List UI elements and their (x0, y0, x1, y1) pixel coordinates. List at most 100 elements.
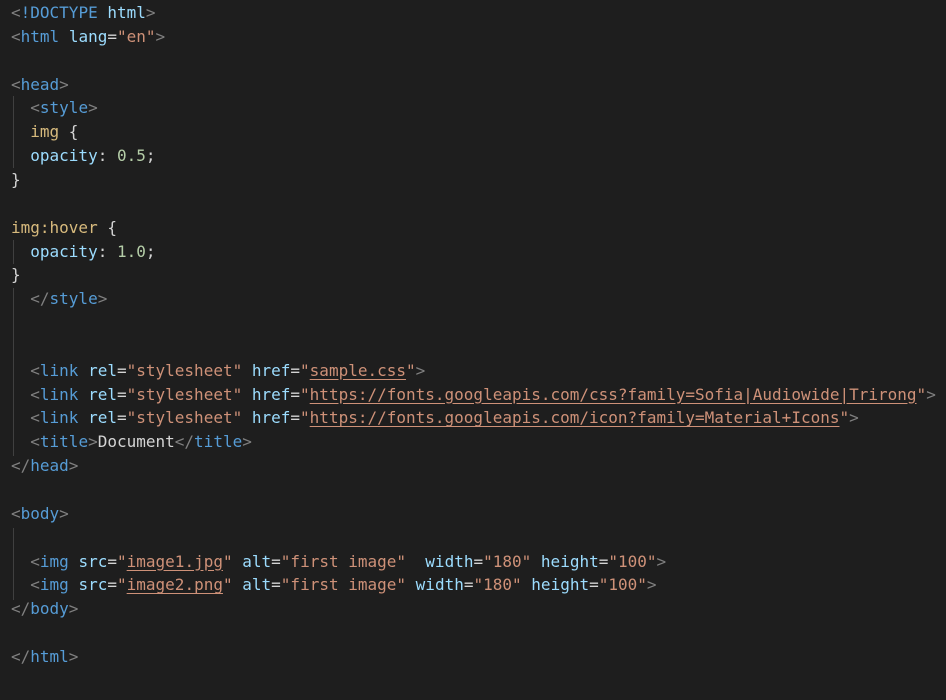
code-token: > (415, 360, 426, 380)
code-token: style (49, 289, 98, 309)
code-line[interactable]: <head> (11, 73, 69, 97)
code-token: link (39, 408, 79, 428)
code-line[interactable]: <html lang="en"> (11, 25, 165, 49)
code-token: title (39, 432, 89, 452)
code-token: body (30, 599, 69, 619)
code-token: " (916, 384, 927, 404)
code-token: width (415, 575, 464, 595)
code-line[interactable]: opacity: 0.5; (11, 144, 155, 168)
code-token: > (88, 98, 98, 118)
code-token: " (222, 575, 233, 595)
code-token: title (194, 432, 243, 452)
code-token: < (11, 503, 21, 523)
code-token: </ (11, 599, 31, 619)
code-line[interactable]: <body> (11, 502, 69, 526)
code-token: " (406, 360, 416, 380)
code-line[interactable]: img:hover { (11, 216, 117, 240)
code-token: : (97, 146, 117, 166)
code-token: " (839, 408, 850, 428)
code-token: " (117, 575, 127, 595)
code-line[interactable]: <style> (11, 96, 98, 120)
code-line[interactable]: opacity: 1.0; (11, 240, 155, 264)
code-line[interactable]: </body> (11, 597, 78, 621)
code-token: opacity (30, 241, 98, 261)
code-line[interactable]: } (11, 168, 21, 192)
code-line[interactable]: </html> (11, 645, 78, 669)
code-line[interactable]: <link rel="stylesheet" href="https://fon… (11, 406, 859, 430)
code-line[interactable]: <img src="image2.png" alt="first image" … (11, 573, 657, 597)
code-token: src (78, 551, 108, 571)
code-line[interactable]: img { (11, 120, 78, 144)
code-token: } (11, 169, 21, 189)
code-token: " (300, 408, 310, 428)
code-token: height (531, 575, 590, 595)
code-token: < (30, 432, 40, 452)
code-line[interactable]: <link rel="stylesheet" href="sample.css"… (11, 359, 425, 383)
code-token: = (473, 551, 484, 571)
code-token: "180" (473, 575, 522, 595)
code-token: "en" (116, 26, 156, 46)
code-line[interactable]: <title>Document</title> (11, 430, 252, 454)
code-token: alt (242, 575, 272, 595)
code-token: = (589, 575, 599, 595)
code-token: < (11, 74, 21, 94)
code-token: body (20, 503, 60, 523)
code-token: > (646, 575, 657, 595)
code-token: { (59, 122, 79, 142)
code-token: < (11, 3, 21, 22)
code-token: } (11, 265, 21, 285)
code-line[interactable]: <!DOCTYPE html> (11, 1, 156, 25)
code-token: = (271, 551, 281, 571)
code-token: = (107, 26, 117, 46)
code-token: </ (11, 456, 31, 476)
code-token: html (20, 26, 60, 46)
code-line[interactable]: <img src="image1.jpg" alt="first image" … (11, 550, 666, 574)
code-token: > (59, 503, 69, 523)
code-token: = (107, 575, 117, 595)
code-token: html (107, 3, 146, 22)
code-token: < (30, 551, 40, 571)
code-token: img:hover (11, 217, 98, 237)
code-token: link (39, 384, 79, 404)
code-token: style (39, 98, 89, 118)
code-token: "180" (483, 551, 532, 571)
code-token: < (30, 575, 40, 595)
code-line[interactable]: </head> (11, 454, 78, 478)
code-token: = (116, 360, 127, 380)
code-token: < (11, 26, 21, 46)
code-line[interactable]: } (11, 263, 21, 287)
code-token: > (59, 74, 69, 94)
code-token: image1.jpg (126, 551, 223, 571)
code-token: > (155, 26, 166, 46)
code-token: < (30, 384, 40, 404)
code-line[interactable]: <link rel="stylesheet" href="https://fon… (11, 383, 936, 407)
code-line[interactable]: </style> (11, 287, 107, 311)
code-editor[interactable]: <!DOCTYPE html> <html lang="en"> <head> <s… (0, 0, 946, 700)
code-token: " (300, 384, 310, 404)
code-token: { (97, 217, 117, 237)
code-token: Document (97, 432, 175, 452)
code-token: "100" (598, 575, 647, 595)
code-token: img (30, 122, 60, 142)
code-token: "100" (608, 551, 657, 571)
code-token: > (242, 432, 252, 452)
code-token: image2.png (126, 575, 223, 595)
code-token: " (117, 551, 127, 571)
code-token: = (116, 384, 127, 404)
code-token: 1.0 (116, 241, 146, 261)
code-token: width (425, 551, 474, 571)
code-token: > (88, 432, 98, 452)
